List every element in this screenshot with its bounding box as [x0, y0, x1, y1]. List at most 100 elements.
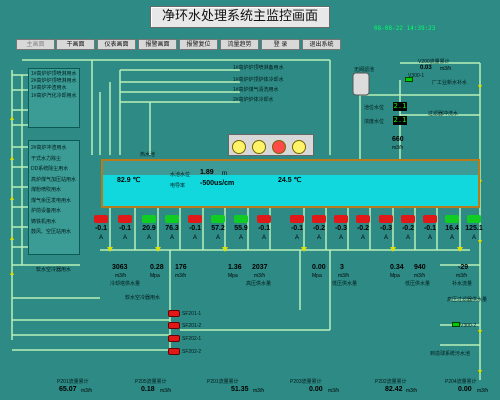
pump-1[interactable]: -0.1 A [92, 215, 110, 261]
pump-current: -0.1 [94, 225, 108, 232]
filter-flush-label: 过滤器冲洗水 [428, 111, 459, 117]
pump-unit: A [169, 235, 174, 241]
pump-4[interactable]: 76.3 A [163, 215, 181, 261]
pump-16[interactable]: 16.4 A [443, 215, 461, 261]
reading-label: 高压供水量 [246, 281, 272, 287]
pump-14[interactable]: -0.2 A [399, 215, 417, 261]
pump-status-icon [312, 215, 326, 223]
right-bottom-ref-label: 高压过滤器供水量 [447, 297, 488, 303]
pump-current: -0.1 [118, 225, 132, 232]
fan-icon[interactable] [272, 140, 286, 154]
pump-status-icon [94, 215, 108, 223]
menu-main-button[interactable]: 主画面 [16, 39, 55, 50]
tank-temp-right: 24.5 ℃ [278, 177, 302, 184]
pump-status-icon [165, 215, 179, 223]
menu-flow-trend-button[interactable]: 流量趋势 [220, 39, 259, 50]
reading-value: 3063 [112, 264, 128, 271]
left-mid-panel: 2#高炉冲渣用水 干式水力除尘 DD系统除尘用水 高炉煤气加压站用水 煤粉喷吹用… [28, 140, 80, 255]
pump-unit: A [449, 235, 454, 241]
filter-label: 无阀滤池 [354, 67, 375, 73]
tank-level-value: 1.89 [200, 169, 214, 176]
pump-current: -0.2 [312, 225, 326, 232]
pump-6[interactable]: 57.2 A [209, 215, 227, 261]
reading-unit: m3/h [414, 273, 426, 279]
left-mid-item: 煤气余压发电用水 [31, 197, 72, 204]
left-top-item: 1#高炉冲渣用水 [31, 85, 67, 92]
pump-15[interactable]: -0.1 A [421, 215, 439, 261]
left-mid-item: 炉前设备用水 [31, 208, 62, 214]
pump-unit: A [122, 235, 127, 241]
pump-status-icon [379, 215, 393, 223]
total-value: 0.00 [309, 386, 323, 393]
pump-8[interactable]: -0.1 A [255, 215, 273, 261]
pump-current: -0.2 [356, 225, 370, 232]
total-label: P203流量累计 [290, 379, 322, 385]
reading-unit: m3/h [456, 273, 468, 279]
fan-icon[interactable] [232, 140, 246, 154]
pump-unit: A [146, 235, 151, 241]
pump-5[interactable]: -0.1 A [186, 215, 204, 261]
menu-alarm-button[interactable]: 报警画面 [138, 39, 177, 50]
reading-value: 0.28 [150, 264, 164, 271]
valve-label: SF202-1 [182, 336, 202, 342]
left-top-item: 1#高炉汽化冷却用水 [31, 92, 77, 99]
pump-11[interactable]: -0.3 A [332, 215, 350, 261]
pump-current: -0.3 [379, 225, 393, 232]
pump-current: -0.1 [257, 225, 271, 232]
fan-icon[interactable] [252, 140, 266, 154]
valve-icon[interactable] [168, 335, 180, 342]
reading-value: 1.36 [228, 264, 242, 271]
menu-instruments-button[interactable]: 仪表画面 [97, 39, 136, 50]
menu-alarm-reset-button[interactable]: 报警复位 [179, 39, 218, 50]
pump-status-icon [423, 215, 437, 223]
reading-unit: m3/h [175, 273, 187, 279]
pump-17[interactable]: 125.1 A [465, 215, 483, 261]
v300-2-valve-icon[interactable] [452, 322, 460, 327]
menu-login-button[interactable]: 登 录 [261, 39, 300, 50]
pump-unit: A [316, 235, 321, 241]
pump-current: 125.1 [465, 225, 483, 232]
menu-secondary-button[interactable]: 干画面 [56, 39, 95, 50]
total-value: 82.42 [385, 386, 403, 393]
tank-cond-label: 电导率 [170, 183, 186, 189]
pump-12[interactable]: -0.2 A [354, 215, 372, 261]
pump-2[interactable]: -0.1 A [116, 215, 134, 261]
dosing-flow-unit: m3/h [392, 145, 404, 151]
pump-unit: A [405, 235, 410, 241]
total-label: P202流量累计 [375, 379, 407, 385]
pump-status-icon [356, 215, 370, 223]
fan-icon[interactable] [292, 140, 306, 154]
v300-1-valve-icon[interactable] [405, 77, 413, 82]
pump-status-icon [290, 215, 304, 223]
pump-unit: A [294, 235, 299, 241]
total-unit: m3/h [253, 388, 265, 394]
pump-7[interactable]: 55.9 A [232, 215, 250, 261]
reading-value: 0.00 [312, 264, 326, 271]
valve-icon[interactable] [168, 348, 180, 355]
pump-3[interactable]: 20.9 A [140, 215, 158, 261]
dosing-conc-label: 浓度水位 [364, 119, 385, 125]
valve-icon[interactable] [168, 310, 180, 317]
pump-status-icon [188, 215, 202, 223]
total-value: 51.35 [231, 386, 249, 393]
pump-unit: A [238, 235, 243, 241]
pump-current: -0.3 [334, 225, 348, 232]
reading-unit: m3/h [115, 273, 127, 279]
reading-unit: m3/h [254, 273, 266, 279]
tank-label: 热水池 [140, 152, 156, 158]
pump-current: 20.9 [142, 225, 156, 232]
pump-9[interactable]: -0.1 A [288, 215, 306, 261]
top-line-label: 1#高炉炉顶喷淋备用水 [233, 65, 284, 71]
bottom-left-label: 软水空冷器用水 [125, 295, 161, 301]
dosing-level-display: 2.1 [393, 102, 407, 111]
menu-exit-button[interactable]: 退出系统 [302, 39, 341, 50]
total-unit: m3/h [328, 388, 340, 394]
pump-10[interactable]: -0.2 A [310, 215, 328, 261]
pump-13[interactable]: -0.3 A [377, 215, 395, 261]
valve-label: SF201-1 [182, 311, 202, 317]
valve-icon[interactable] [168, 322, 180, 329]
pump-current: -0.2 [401, 225, 415, 232]
pump-current: 76.3 [165, 225, 179, 232]
pump-current: -0.1 [290, 225, 304, 232]
pump-unit: A [383, 235, 388, 241]
